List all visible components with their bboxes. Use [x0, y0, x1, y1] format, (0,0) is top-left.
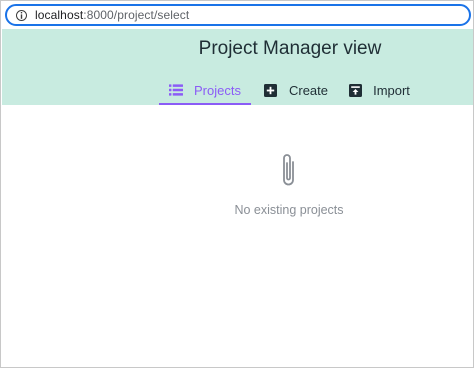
- empty-state: No existing projects: [189, 151, 389, 217]
- import-box-icon: [348, 83, 362, 97]
- active-tab-indicator: [159, 103, 251, 105]
- tab-projects-label: Projects: [194, 82, 241, 98]
- info-icon[interactable]: [16, 9, 27, 21]
- app-header: Project Manager view Projects Create Imp…: [2, 29, 473, 105]
- page-title: Project Manager view: [198, 38, 382, 59]
- address-bar[interactable]: localhost:8000/project/select: [5, 4, 471, 26]
- list-icon: [169, 83, 184, 97]
- url-host: localhost: [35, 8, 84, 22]
- tab-create[interactable]: Create: [260, 76, 332, 104]
- tab-create-label: Create: [288, 82, 329, 98]
- tab-import[interactable]: Import: [344, 76, 414, 104]
- url-path: :8000/project/select: [83, 8, 190, 22]
- empty-state-message: No existing projects: [234, 203, 344, 217]
- plus-square-icon: [264, 83, 278, 97]
- tab-import-label: Import: [373, 82, 410, 98]
- browser-window: localhost:8000/project/select Project Ma…: [0, 0, 474, 368]
- url-text[interactable]: localhost:8000/project/select: [35, 8, 189, 22]
- paperclip-icon: [283, 154, 294, 186]
- browser-toolbar: localhost:8000/project/select: [2, 2, 472, 28]
- tab-projects[interactable]: Projects: [159, 76, 251, 105]
